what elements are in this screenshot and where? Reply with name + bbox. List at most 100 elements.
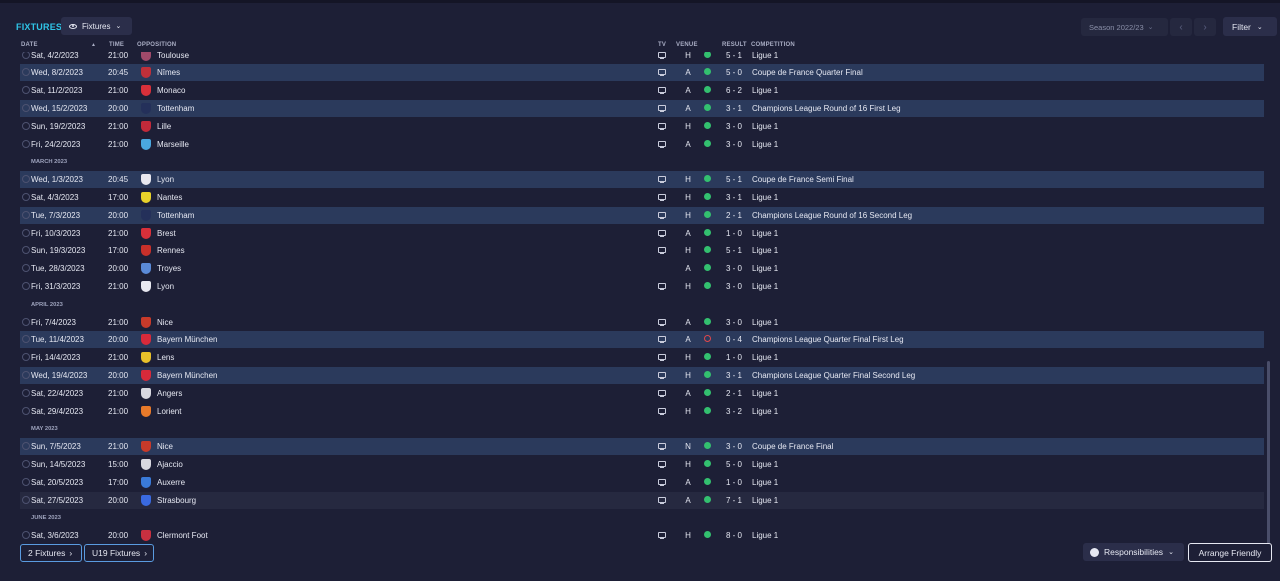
opposition-name[interactable]: Brest xyxy=(157,229,176,238)
competition-name[interactable]: Champions League Quarter Final First Leg xyxy=(752,335,904,344)
fixture-row[interactable]: Fri, 7/4/2023 21:00 Nice A 3 - 0 Ligue 1 xyxy=(20,314,1264,331)
scrollbar[interactable] xyxy=(1267,361,1270,544)
competition-name[interactable]: Ligue 1 xyxy=(752,407,778,416)
view-selector-dropdown[interactable]: Fixtures ⌄ xyxy=(61,17,132,35)
fixture-row[interactable]: Wed, 8/2/2023 20:45 Nîmes A 5 - 0 Coupe de Fr… xyxy=(20,64,1264,82)
fixture-row[interactable]: Fri, 14/4/2023 21:00 Lens H 1 - 0 Ligue 1 xyxy=(20,349,1264,366)
fixture-time: 17:00 xyxy=(108,192,129,202)
opposition-name[interactable]: Auxerre xyxy=(157,478,185,487)
club-crest-icon xyxy=(141,494,151,506)
season-selector[interactable]: Season 2022/23 ⌄ xyxy=(1081,18,1168,36)
opposition-name[interactable]: Rennes xyxy=(157,246,185,255)
fixture-row[interactable]: Sun, 7/5/2023 21:00 Nice N 3 - 0 Coupe de Fra… xyxy=(20,438,1264,456)
fixture-row[interactable]: Sat, 20/5/2023 17:00 Auxerre A 1 - 0 Ligue 1 xyxy=(20,474,1264,491)
opposition-name[interactable]: Marseille xyxy=(157,140,189,149)
opposition-name[interactable]: Lens xyxy=(157,353,174,362)
fixture-row[interactable]: Tue, 28/3/2023 20:00 Troyes A 3 - 0 Ligue 1 xyxy=(20,260,1264,277)
col-result[interactable]: RESULT xyxy=(722,42,747,48)
fixture-row[interactable]: Sat, 3/6/2023 20:00 Clermont Foot H 8 - 0 Lig… xyxy=(20,527,1264,544)
responsibilities-button[interactable]: Responsibilities ⌄ xyxy=(1083,543,1184,561)
competition-name[interactable]: Ligue 1 xyxy=(752,140,778,149)
opposition-name[interactable]: Lyon xyxy=(157,282,174,291)
u19-fixtures-button[interactable]: U19 Fixtures › xyxy=(84,544,154,562)
club-crest-icon xyxy=(141,352,151,364)
col-time[interactable]: TIME xyxy=(109,42,124,48)
opposition-name[interactable]: Clermont Foot xyxy=(157,531,208,540)
venue: N xyxy=(685,442,691,452)
fixture-row[interactable]: Sun, 19/3/2023 17:00 Rennes H 5 - 1 Ligue 1 xyxy=(20,242,1264,259)
fixture-row[interactable]: Wed, 1/3/2023 20:45 Lyon H 5 - 1 Coupe de Fra… xyxy=(20,171,1264,189)
competition-name[interactable]: Champions League Round of 16 Second Leg xyxy=(752,211,912,220)
opposition-name[interactable]: Nantes xyxy=(157,193,182,202)
competition-name[interactable]: Ligue 1 xyxy=(752,496,778,505)
opposition-name[interactable]: Toulouse xyxy=(157,52,189,60)
opposition-name[interactable]: Nice xyxy=(157,442,173,451)
fixture-row[interactable]: Tue, 11/4/2023 20:00 Bayern München A 0 - 4 C… xyxy=(20,331,1264,349)
opposition-name[interactable]: Bayern München xyxy=(157,335,217,344)
opposition-name[interactable]: Lille xyxy=(157,122,171,131)
opposition-name[interactable]: Monaco xyxy=(157,86,185,95)
col-opposition[interactable]: OPPOSITION xyxy=(137,42,176,48)
competition-name[interactable]: Ligue 1 xyxy=(752,531,778,540)
fixture-row[interactable]: Fri, 31/3/2023 21:00 Lyon H 3 - 0 Ligue 1 xyxy=(20,278,1264,295)
two-fixtures-button[interactable]: 2 Fixtures › xyxy=(20,544,82,562)
fixture-row[interactable]: Sat, 22/4/2023 21:00 Angers A 2 - 1 Ligue 1 xyxy=(20,385,1264,402)
opposition-name[interactable]: Strasbourg xyxy=(157,496,196,505)
competition-name[interactable]: Ligue 1 xyxy=(752,52,778,60)
fixture-row[interactable]: Sun, 14/5/2023 15:00 Ajaccio H 5 - 0 Ligue 1 xyxy=(20,456,1264,473)
col-tv[interactable]: TV xyxy=(658,42,666,48)
opposition-name[interactable]: Lyon xyxy=(157,175,174,184)
opposition-name[interactable]: Nîmes xyxy=(157,68,180,77)
col-venue[interactable]: VENUE xyxy=(676,42,698,48)
competition-name[interactable]: Ligue 1 xyxy=(752,264,778,273)
fixture-row[interactable]: Sat, 4/2/2023 21:00 Toulouse H 5 - 1 Ligue 1 xyxy=(20,52,1264,64)
fixture-row[interactable]: Fri, 24/2/2023 21:00 Marseille A 3 - 0 Ligue … xyxy=(20,136,1264,153)
competition-name[interactable]: Champions League Round of 16 First Leg xyxy=(752,104,901,113)
fixture-row[interactable]: Sat, 4/3/2023 17:00 Nantes H 3 - 1 Ligue 1 xyxy=(20,189,1264,206)
col-competition[interactable]: COMPETITION xyxy=(751,42,795,48)
month-label: APRIL 2023 xyxy=(31,301,63,308)
opposition-name[interactable]: Ajaccio xyxy=(157,460,183,469)
fixture-row[interactable]: Sat, 27/5/2023 20:00 Strasbourg A 7 - 1 Ligue… xyxy=(20,491,1264,509)
match-status-icon xyxy=(22,335,30,344)
competition-name[interactable]: Ligue 1 xyxy=(752,389,778,398)
fixture-row[interactable]: Tue, 7/3/2023 20:00 Tottenham H 2 - 1 Champio… xyxy=(20,206,1264,224)
opposition-name[interactable]: Tottenham xyxy=(157,211,194,220)
competition-name[interactable]: Coupe de France Quarter Final xyxy=(752,68,863,77)
next-season-button[interactable]: › xyxy=(1194,18,1216,36)
venue: A xyxy=(685,264,691,274)
competition-name[interactable]: Coupe de France Semi Final xyxy=(752,175,854,184)
competition-name[interactable]: Ligue 1 xyxy=(752,229,778,238)
opposition-name[interactable]: Angers xyxy=(157,389,182,398)
venue: A xyxy=(685,86,691,96)
opposition-name[interactable]: Bayern München xyxy=(157,371,217,380)
fixture-row[interactable]: Wed, 15/2/2023 20:00 Tottenham A 3 - 1 Champi… xyxy=(20,99,1264,117)
fixture-row[interactable]: Sun, 19/2/2023 21:00 Lille H 3 - 0 Ligue 1 xyxy=(20,118,1264,135)
venue: A xyxy=(685,139,691,149)
opposition-name[interactable]: Troyes xyxy=(157,264,181,273)
competition-name[interactable]: Champions League Quarter Final Second Le… xyxy=(752,371,915,380)
fixture-date: Sun, 19/3/2023 xyxy=(31,246,86,256)
competition-name[interactable]: Ligue 1 xyxy=(752,246,778,255)
arrange-friendly-button[interactable]: Arrange Friendly xyxy=(1188,543,1272,562)
competition-name[interactable]: Ligue 1 xyxy=(752,318,778,327)
competition-name[interactable]: Ligue 1 xyxy=(752,122,778,131)
fixture-row[interactable]: Sat, 11/2/2023 21:00 Monaco A 6 - 2 Ligue 1 xyxy=(20,82,1264,99)
fixture-row[interactable]: Sat, 29/4/2023 21:00 Lorient H 3 - 2 Ligue 1 xyxy=(20,403,1264,420)
competition-name[interactable]: Coupe de France Final xyxy=(752,442,833,451)
competition-name[interactable]: Ligue 1 xyxy=(752,86,778,95)
prev-season-button[interactable]: ‹ xyxy=(1170,18,1192,36)
competition-name[interactable]: Ligue 1 xyxy=(752,193,778,202)
fixture-row[interactable]: Wed, 19/4/2023 20:00 Bayern München H 3 - 1 C… xyxy=(20,366,1264,384)
competition-name[interactable]: Ligue 1 xyxy=(752,353,778,362)
opposition-name[interactable]: Lorient xyxy=(157,407,181,416)
filter-button[interactable]: Filter ⌄ xyxy=(1223,17,1277,36)
competition-name[interactable]: Ligue 1 xyxy=(752,460,778,469)
col-date[interactable]: DATE xyxy=(21,42,38,48)
opposition-name[interactable]: Nice xyxy=(157,318,173,327)
opposition-name[interactable]: Tottenham xyxy=(157,104,194,113)
competition-name[interactable]: Ligue 1 xyxy=(752,478,778,487)
match-status-icon xyxy=(22,52,30,59)
competition-name[interactable]: Ligue 1 xyxy=(752,282,778,291)
fixture-row[interactable]: Fri, 10/3/2023 21:00 Brest A 1 - 0 Ligue 1 xyxy=(20,225,1264,242)
